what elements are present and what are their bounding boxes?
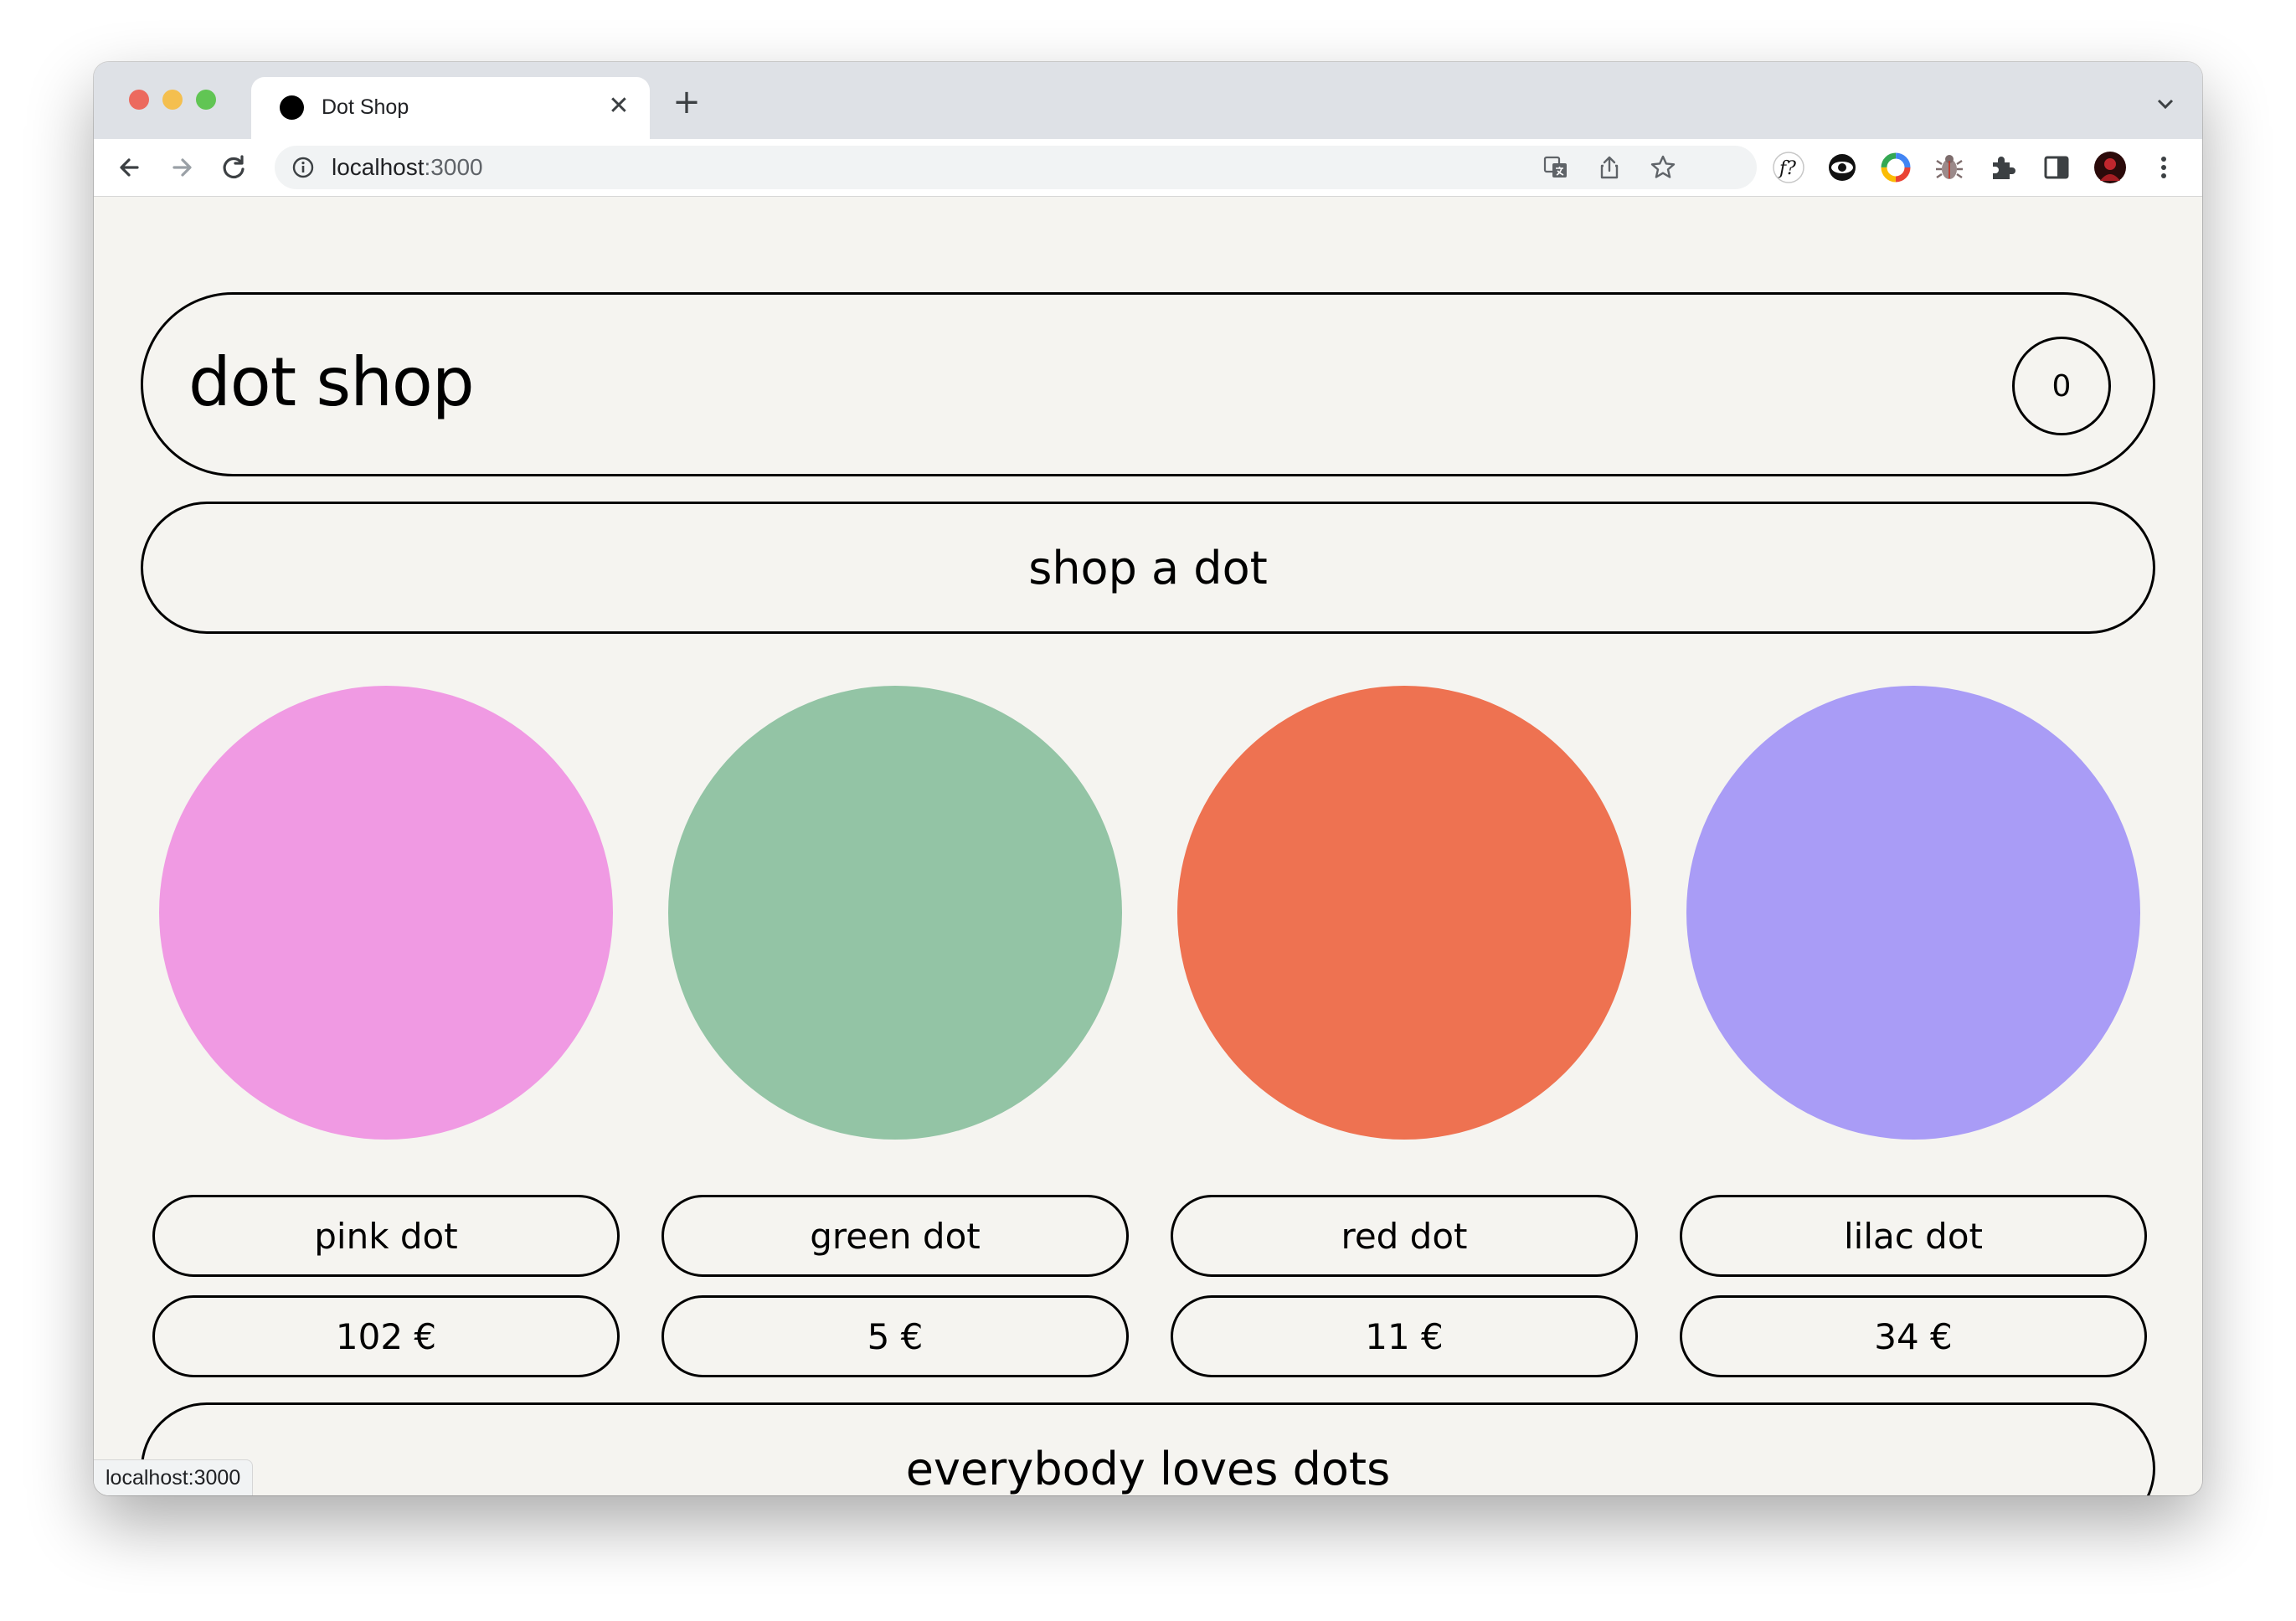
- svg-text:f?: f?: [1778, 158, 1796, 179]
- product-name-pink[interactable]: pink dot: [152, 1195, 620, 1277]
- product-name-red[interactable]: red dot: [1171, 1195, 1638, 1277]
- site-footer: everybody loves dots: [141, 1402, 2155, 1495]
- maximize-window-button[interactable]: [196, 90, 216, 110]
- tab-search-chevron-down-icon[interactable]: [2154, 92, 2177, 116]
- tab-close-button[interactable]: ✕: [603, 90, 635, 122]
- address-port: :3000: [424, 154, 483, 180]
- profile-avatar-icon[interactable]: [2093, 151, 2127, 184]
- pink-dot-image[interactable]: [159, 686, 613, 1140]
- cart-count-button[interactable]: 0: [2012, 337, 2111, 435]
- address-bar[interactable]: localhost:3000: [275, 146, 1757, 189]
- bookmark-star-icon[interactable]: [1650, 154, 1676, 181]
- green-dot-image[interactable]: [668, 686, 1122, 1140]
- favicon-dot-icon: [280, 95, 304, 120]
- eye-extension-icon[interactable]: [1825, 151, 1859, 184]
- product-price-green[interactable]: 5 €: [662, 1295, 1129, 1377]
- translate-icon[interactable]: [1542, 154, 1569, 181]
- tab-title: Dot Shop: [322, 95, 409, 119]
- product-name-lilac[interactable]: lilac dot: [1680, 1195, 2147, 1277]
- reload-icon[interactable]: [216, 150, 251, 185]
- new-tab-button[interactable]: +: [668, 85, 705, 122]
- tab-strip: Dot Shop ✕ +: [94, 62, 2202, 139]
- lilac-dot-image[interactable]: [1686, 686, 2140, 1140]
- site-info-icon[interactable]: [291, 156, 315, 179]
- forward-arrow-icon[interactable]: [164, 150, 199, 185]
- browser-window: Dot Shop ✕ + localhost:3000 f? dot shop …: [94, 62, 2202, 1495]
- site-header: dot shop 0: [141, 292, 2155, 476]
- close-window-button[interactable]: [129, 90, 149, 110]
- menu-kebab-icon[interactable]: [2147, 151, 2180, 184]
- back-arrow-icon[interactable]: [112, 150, 147, 185]
- bug-extension-icon[interactable]: [1933, 151, 1966, 184]
- status-bar-url: localhost:3000: [94, 1459, 254, 1495]
- product-price-red[interactable]: 11 €: [1171, 1295, 1638, 1377]
- product-price-pink[interactable]: 102 €: [152, 1295, 620, 1377]
- address-text: localhost:3000: [332, 153, 483, 182]
- minimize-window-button[interactable]: [162, 90, 183, 110]
- extensions-puzzle-icon[interactable]: [1986, 151, 2020, 184]
- fonts-extension-icon[interactable]: f?: [1772, 151, 1805, 184]
- color-wheel-extension-icon[interactable]: [1879, 151, 1912, 184]
- share-icon[interactable]: [1596, 154, 1623, 181]
- browser-toolbar: localhost:3000 f?: [94, 139, 2202, 197]
- red-dot-image[interactable]: [1177, 686, 1631, 1140]
- tab-dot-shop[interactable]: Dot Shop ✕: [251, 77, 650, 139]
- brand-logo-text[interactable]: dot shop: [188, 337, 475, 429]
- address-host: localhost: [332, 154, 425, 180]
- side-panel-icon[interactable]: [2040, 151, 2073, 184]
- product-name-green[interactable]: green dot: [662, 1195, 1129, 1277]
- product-price-lilac[interactable]: 34 €: [1680, 1295, 2147, 1377]
- shop-a-dot-banner[interactable]: shop a dot: [141, 502, 2155, 634]
- page-viewport: dot shop 0 shop a dot pink dot green dot…: [94, 197, 2202, 1495]
